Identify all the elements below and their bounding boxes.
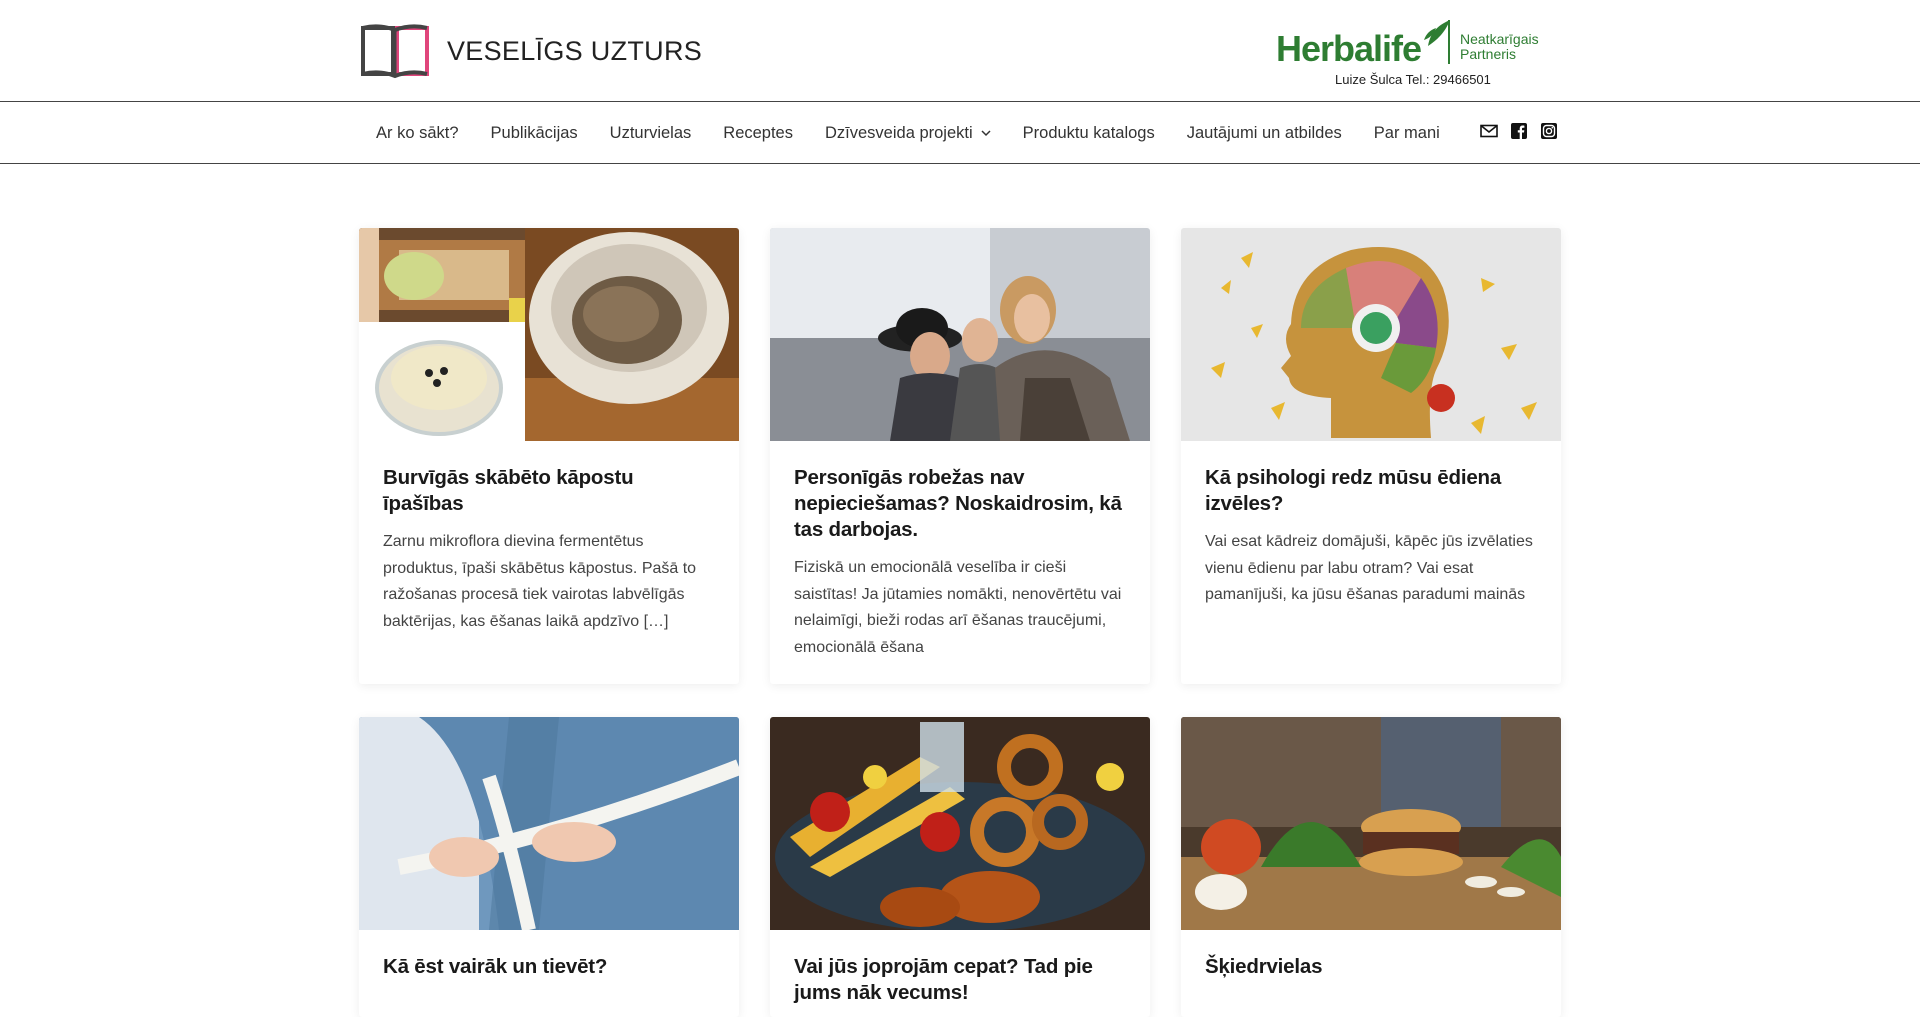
nav-item-label: Ar ko sākt?: [376, 123, 459, 142]
post-card[interactable]: Burvīgās skābēto kāpostu īpašības Zarnu …: [359, 228, 739, 684]
site-header: VESELĪGS UZTURS Herbalife Neatkarīgais P…: [0, 0, 1920, 102]
post-card[interactable]: Kā ēst vairāk un tievēt?: [359, 717, 739, 1017]
chevron-down-icon: [981, 130, 991, 137]
nav-item-par-mani[interactable]: Par mani: [1358, 102, 1456, 164]
partner-contact: Luize Šulca Tel.: 29466501: [1335, 72, 1491, 87]
site-title: VESELĪGS UZTURS: [447, 35, 703, 66]
site-logo-link[interactable]: VESELĪGS UZTURS: [359, 22, 702, 80]
post-excerpt: Vai esat kādreiz domājuši, kāpēc jūs izv…: [1205, 533, 1533, 603]
nav-item-label: Uzturvielas: [609, 123, 692, 142]
nav-item-publikacijas[interactable]: Publikācijas: [475, 102, 594, 164]
post-image-measuring-tape[interactable]: [359, 717, 739, 930]
post-title[interactable]: Šķiedrvielas: [1181, 954, 1561, 980]
post-excerpt: Zarnu mikroflora dievina fermentētus pro…: [383, 533, 697, 630]
post-card[interactable]: Personīgās robežas nav nepieciešamas? No…: [770, 228, 1150, 684]
nav-item-produktu-katalogs[interactable]: Produktu katalogs: [1007, 102, 1171, 164]
post-image-friends[interactable]: [770, 228, 1150, 441]
partner-divider: [1448, 20, 1450, 64]
partner-badge-line2: Partneris: [1460, 46, 1517, 62]
nav-item-label: Dzīvesveida projekti: [825, 123, 973, 142]
nav-item-jautajumi[interactable]: Jautājumi un atbildes: [1171, 102, 1358, 164]
post-title[interactable]: Burvīgās skābēto kāpostu īpašības: [359, 465, 739, 517]
post-title[interactable]: Personīgās robežas nav nepieciešamas? No…: [770, 465, 1150, 543]
instagram-icon[interactable]: [1540, 122, 1558, 140]
post-card[interactable]: Vai jūs joprojām cepat? Tad pie jums nāk…: [770, 717, 1150, 1017]
nav-item-uzturvielas[interactable]: Uzturvielas: [594, 102, 708, 164]
post-title[interactable]: Kā psihologi redz mūsu ēdiena izvēles?: [1181, 465, 1561, 517]
social-links: [1480, 122, 1558, 140]
facebook-icon[interactable]: [1510, 122, 1528, 140]
email-icon[interactable]: [1480, 122, 1498, 140]
nav-item-label: Publikācijas: [490, 123, 578, 142]
main-navigation: Ar ko sākt? Publikācijas Uzturvielas Rec…: [0, 102, 1920, 164]
nav-item-label: Produktu katalogs: [1022, 123, 1155, 142]
book-icon: [361, 24, 429, 79]
post-card[interactable]: Kā psihologi redz mūsu ēdiena izvēles? V…: [1181, 228, 1561, 684]
post-image-fried-food[interactable]: [770, 717, 1150, 930]
nav-item-dzivesveida-projekti[interactable]: Dzīvesveida projekti: [809, 102, 1007, 164]
post-image-sauerkraut[interactable]: [359, 228, 739, 441]
nav-item-label: Jautājumi un atbildes: [1186, 123, 1342, 142]
post-image-food-head[interactable]: [1181, 228, 1561, 441]
nav-item-ar-ko-sakt[interactable]: Ar ko sākt?: [359, 102, 475, 164]
nav-menu: Ar ko sākt? Publikācijas Uzturvielas Rec…: [359, 102, 1456, 164]
nav-item-label: Receptes: [723, 123, 793, 142]
nav-item-label: Par mani: [1373, 123, 1440, 142]
partner-badge: Neatkarīgais Partneris: [1460, 32, 1539, 62]
post-excerpt: Fiziskā un emocionālā veselība ir cieši …: [794, 559, 1122, 656]
herbalife-partner-logo[interactable]: Herbalife Neatkarīgais Partneris Luize Š…: [1276, 18, 1546, 90]
partner-badge-line1: Neatkarīgais: [1460, 31, 1539, 47]
nav-item-receptes[interactable]: Receptes: [707, 102, 809, 164]
post-title[interactable]: Kā ēst vairāk un tievēt?: [359, 954, 739, 980]
post-image-fiber[interactable]: [1181, 717, 1561, 930]
herbalife-wordmark: Herbalife: [1276, 28, 1422, 69]
post-card[interactable]: Šķiedrvielas: [1181, 717, 1561, 1017]
post-title[interactable]: Vai jūs joprojām cepat? Tad pie jums nāk…: [770, 954, 1150, 1006]
